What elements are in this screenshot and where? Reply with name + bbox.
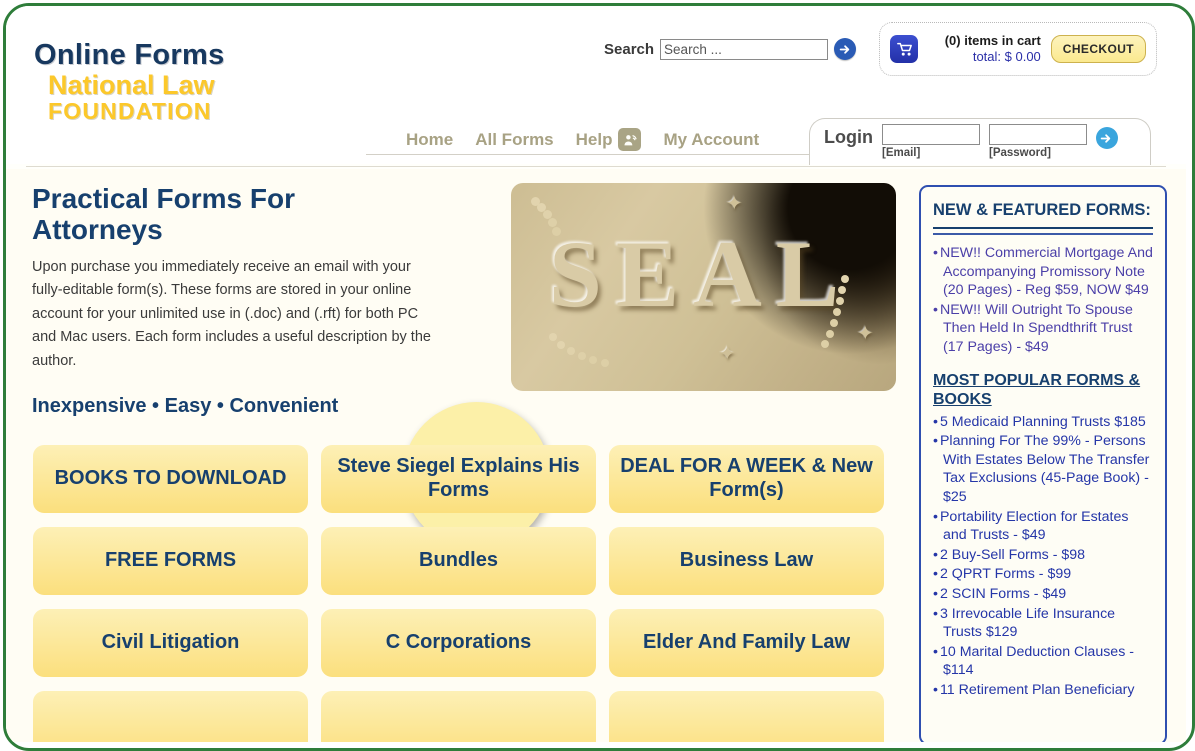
list-item[interactable]: Portability Election for Estates and Tru… [933,508,1153,545]
nav-item-all-forms[interactable]: All Forms [475,130,553,150]
cart-total: total: $ 0.00 [972,49,1041,64]
login-label: Login [824,127,873,147]
nav-item-label: My Account [663,129,760,149]
help-person-icon [618,128,642,151]
category-button-books-to-download[interactable]: BOOKS TO DOWNLOAD [33,445,308,513]
search-label: Search [604,40,655,58]
category-button-deal-for-a-week[interactable]: DEAL FOR A WEEK & New Form(s) [609,445,884,513]
category-button-civil-litigation[interactable]: Civil Litigation [33,609,308,677]
nav-item-list: Home All Forms Help My Account [406,128,759,151]
seal-hero-image: SEAL ✦ ✦ ✦ [511,183,896,391]
category-button-free-forms[interactable]: FREE FORMS [33,527,308,595]
category-button-c-corporations[interactable]: C Corporations [321,609,596,677]
email-field[interactable] [881,124,980,145]
main-content: Practical Forms For Attorneys Upon purch… [6,169,1186,742]
seal-star-bottom: ✦ [719,343,736,365]
category-button-grid: BOOKS TO DOWNLOAD Steve Siegel Explains … [33,445,888,742]
search-area: Search [604,38,857,60]
password-field-hint: [Password] [988,147,1051,159]
list-item[interactable]: 10 Marital Deduction Clauses - $114 [933,643,1153,680]
hero-tagline: Inexpensive • Easy • Convenient [32,395,339,418]
list-item[interactable]: Planning For The 99% - Persons With Esta… [933,432,1153,506]
category-button-row4-col2[interactable] [321,691,596,742]
category-button-row4-col3[interactable] [609,691,884,742]
browser-frame: Online Forms National Law FOUNDATION Sea… [3,3,1195,751]
nav-item-home[interactable]: Home [406,130,453,150]
email-field-wrap: [Email] [881,124,980,159]
search-input[interactable] [660,38,829,60]
sidebar-popular-title: MOST POPULAR FORMS & BOOKS [933,371,1141,409]
search-submit-button[interactable] [834,38,857,60]
category-button-steve-siegel-explains-his-forms[interactable]: Steve Siegel Explains His Forms [321,445,596,513]
category-button-bundles[interactable]: Bundles [321,527,596,595]
nav-item-label: All Forms [475,129,554,149]
category-button-elder-and-family-law[interactable]: Elder And Family Law [609,609,884,677]
shopping-cart-icon [890,35,918,63]
category-button-business-law[interactable]: Business Law [609,527,884,595]
email-field-hint: [Email] [881,147,921,159]
header-divider [26,166,1166,167]
site-logo[interactable]: Online Forms National Law FOUNDATION [34,41,225,123]
checkout-button[interactable]: CHECKOUT [1050,35,1146,63]
list-item[interactable]: 2 QPRT Forms - $99 [933,565,1153,584]
logo-line-online-forms: Online Forms [34,39,225,71]
seal-bead-bottom-left [549,333,557,341]
nav-item-my-account[interactable]: My Account [663,130,759,150]
logo-line-national-law: National Law [48,70,215,100]
category-button-row4-col1[interactable] [33,691,308,742]
list-item[interactable]: NEW!! Commercial Mortgage And Accompanyi… [933,244,1153,300]
popular-forms-list: 5 Medicaid Planning Trusts $185 Planning… [933,413,1153,700]
page-title: Practical Forms For Attorneys [32,183,295,246]
list-item[interactable]: 2 SCIN Forms - $49 [933,585,1153,604]
seal-star-right: ✦ [857,323,874,345]
list-item[interactable]: 2 Buy-Sell Forms - $98 [933,546,1153,565]
featured-forms-list: NEW!! Commercial Mortgage And Accompanyi… [933,244,1153,357]
login-submit-button[interactable] [1095,127,1118,149]
page-root: Online Forms National Law FOUNDATION Sea… [6,6,1186,742]
password-field-wrap: [Password] [988,124,1087,159]
seal-bead-right [841,275,849,283]
cart-summary: (0) items in cart total: $ 0.00 CHECKOUT [879,22,1157,76]
list-item[interactable]: 5 Medicaid Planning Trusts $185 [933,413,1153,432]
sidebar-title: NEW & FEATURED FORMS: [933,201,1151,219]
login-form: Login [Email] [Password] [824,124,1118,159]
featured-forms-sidebar: NEW & FEATURED FORMS: NEW!! Commercial M… [919,185,1167,742]
list-item[interactable]: NEW!! Will Outright To Spouse Then Held … [933,301,1153,357]
cart-text: (0) items in cart total: $ 0.00 [928,33,1041,66]
password-field[interactable] [988,124,1087,145]
nav-item-help[interactable]: Help [576,128,642,151]
list-item[interactable]: 3 Irrevocable Life Insurance Trusts $129 [933,605,1153,642]
seal-bead-top-left [531,197,540,206]
seal-star-top: ✦ [726,193,743,215]
nav-item-label: Home [406,129,454,149]
nav-item-label: Help [575,129,613,149]
seal-image-word: SEAL [549,221,854,327]
hero-description: Upon purchase you immediately receive an… [32,258,431,369]
list-item[interactable]: 11 Retirement Plan Beneficiary [933,681,1153,700]
hero-text-block: Practical Forms For Attorneys Upon purch… [32,183,432,418]
cart-items-count: (0) items in cart [944,32,1041,48]
sidebar-title-rule [933,227,1153,235]
